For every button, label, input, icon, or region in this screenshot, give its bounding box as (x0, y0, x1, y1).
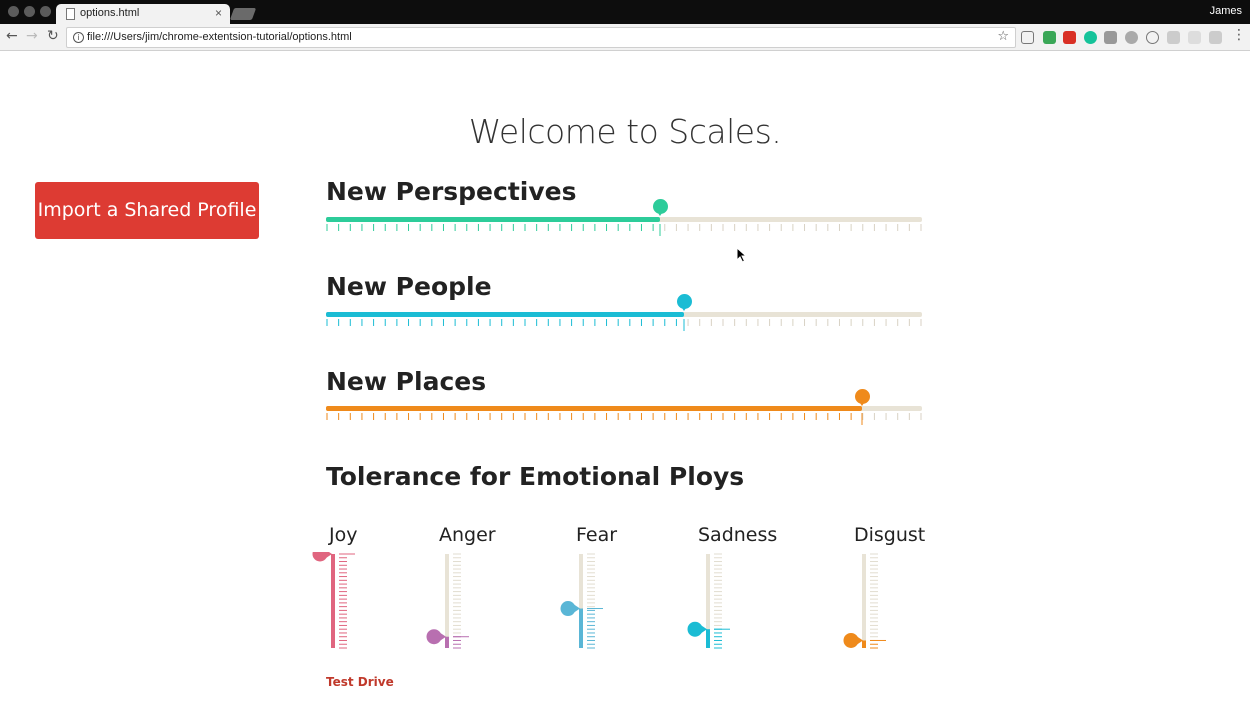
profile-name[interactable]: James (1210, 5, 1242, 17)
emotion-label-fear: Fear (576, 524, 618, 546)
address-bar[interactable]: i file:///Users/jim/chrome-extentsion-tu… (66, 27, 1016, 48)
new-tab-button[interactable] (229, 8, 257, 20)
emotion-handle (560, 601, 576, 617)
menu-icon[interactable]: ⋮ (1232, 27, 1246, 43)
handle-pointer (656, 210, 664, 216)
emotion-label-anger: Anger (439, 524, 496, 546)
emotion-handle (312, 552, 328, 562)
browser-toolbar: ← → ↻ i file:///Users/jim/chrome-extents… (0, 24, 1250, 51)
emotion-slider-disgust[interactable] (837, 552, 897, 652)
scale-handle-places[interactable] (855, 389, 870, 406)
refresh-extension-icon[interactable] (1146, 31, 1159, 44)
camera-icon[interactable] (1104, 31, 1117, 44)
extension-box-icon[interactable] (1209, 31, 1222, 44)
info-icon[interactable]: i (73, 32, 84, 43)
emotion-track (862, 554, 866, 648)
maximize-window-icon[interactable] (40, 6, 51, 17)
mouse-cursor-icon (736, 247, 748, 263)
emotion-slider-joy[interactable] (306, 552, 366, 652)
emotion-fill (706, 629, 710, 648)
scale-ticks (326, 224, 922, 236)
back-icon[interactable]: ← (6, 28, 18, 44)
emotion-fill (445, 636, 449, 648)
extension-light-icon[interactable] (1167, 31, 1180, 44)
emotion-label-sadness: Sadness (698, 524, 778, 546)
emotion-slider-fear[interactable] (554, 552, 614, 652)
reload-icon[interactable]: ↻ (47, 28, 59, 44)
cast-icon[interactable] (1021, 31, 1034, 44)
window-titlebar: options.html × James (0, 0, 1250, 24)
tab-title: options.html (80, 7, 140, 19)
tab-close-icon[interactable]: × (215, 6, 222, 20)
scale-handle-perspectives[interactable] (653, 199, 668, 216)
emotion-handle (687, 621, 703, 637)
emotion-track (445, 554, 449, 648)
extension-mh-icon[interactable] (1188, 31, 1201, 44)
handle-pointer (858, 400, 866, 406)
scale-label-perspectives: New Perspectives (326, 177, 577, 206)
import-profile-button[interactable]: Import a Shared Profile (35, 182, 259, 239)
handle-pointer (680, 305, 688, 311)
extension-icon[interactable] (1043, 31, 1056, 44)
scale-fill (326, 406, 862, 411)
emotion-label-joy: Joy (329, 524, 358, 546)
close-window-icon[interactable] (8, 6, 19, 17)
grammarly-icon[interactable] (1084, 31, 1097, 44)
scale-track-people[interactable] (326, 312, 922, 317)
test-drive-link[interactable]: Test Drive (326, 675, 394, 689)
scale-ticks (326, 319, 922, 331)
scale-track-places[interactable] (326, 406, 922, 411)
emotion-fill (862, 640, 866, 648)
emotions-section-title: Tolerance for Emotional Ploys (326, 462, 745, 491)
scale-fill (326, 217, 660, 222)
emotion-slider-sadness[interactable] (681, 552, 741, 652)
extension-gray-icon[interactable] (1125, 31, 1138, 44)
scale-fill (326, 312, 684, 317)
scale-label-places: New Places (326, 367, 487, 396)
minimize-window-icon[interactable] (24, 6, 35, 17)
browser-tab[interactable]: options.html × (56, 4, 230, 24)
emotion-slider-anger[interactable] (420, 552, 480, 652)
emotion-label-disgust: Disgust (854, 524, 926, 546)
emotion-fill (331, 554, 335, 648)
scale-label-people: New People (326, 272, 492, 301)
page-icon (66, 8, 75, 20)
bookmark-star-icon[interactable]: ☆ (997, 29, 1009, 44)
scale-handle-people[interactable] (677, 294, 692, 311)
emotion-handle (426, 629, 442, 645)
emotion-fill (579, 608, 583, 648)
page-title: Welcome to Scales. (468, 112, 782, 151)
extension-red-icon[interactable] (1063, 31, 1076, 44)
scale-ticks (326, 413, 922, 425)
emotion-handle (843, 632, 859, 648)
scale-track-perspectives[interactable] (326, 217, 922, 222)
url-text[interactable]: file:///Users/jim/chrome-extentsion-tuto… (87, 31, 352, 43)
forward-icon[interactable]: → (26, 28, 38, 44)
